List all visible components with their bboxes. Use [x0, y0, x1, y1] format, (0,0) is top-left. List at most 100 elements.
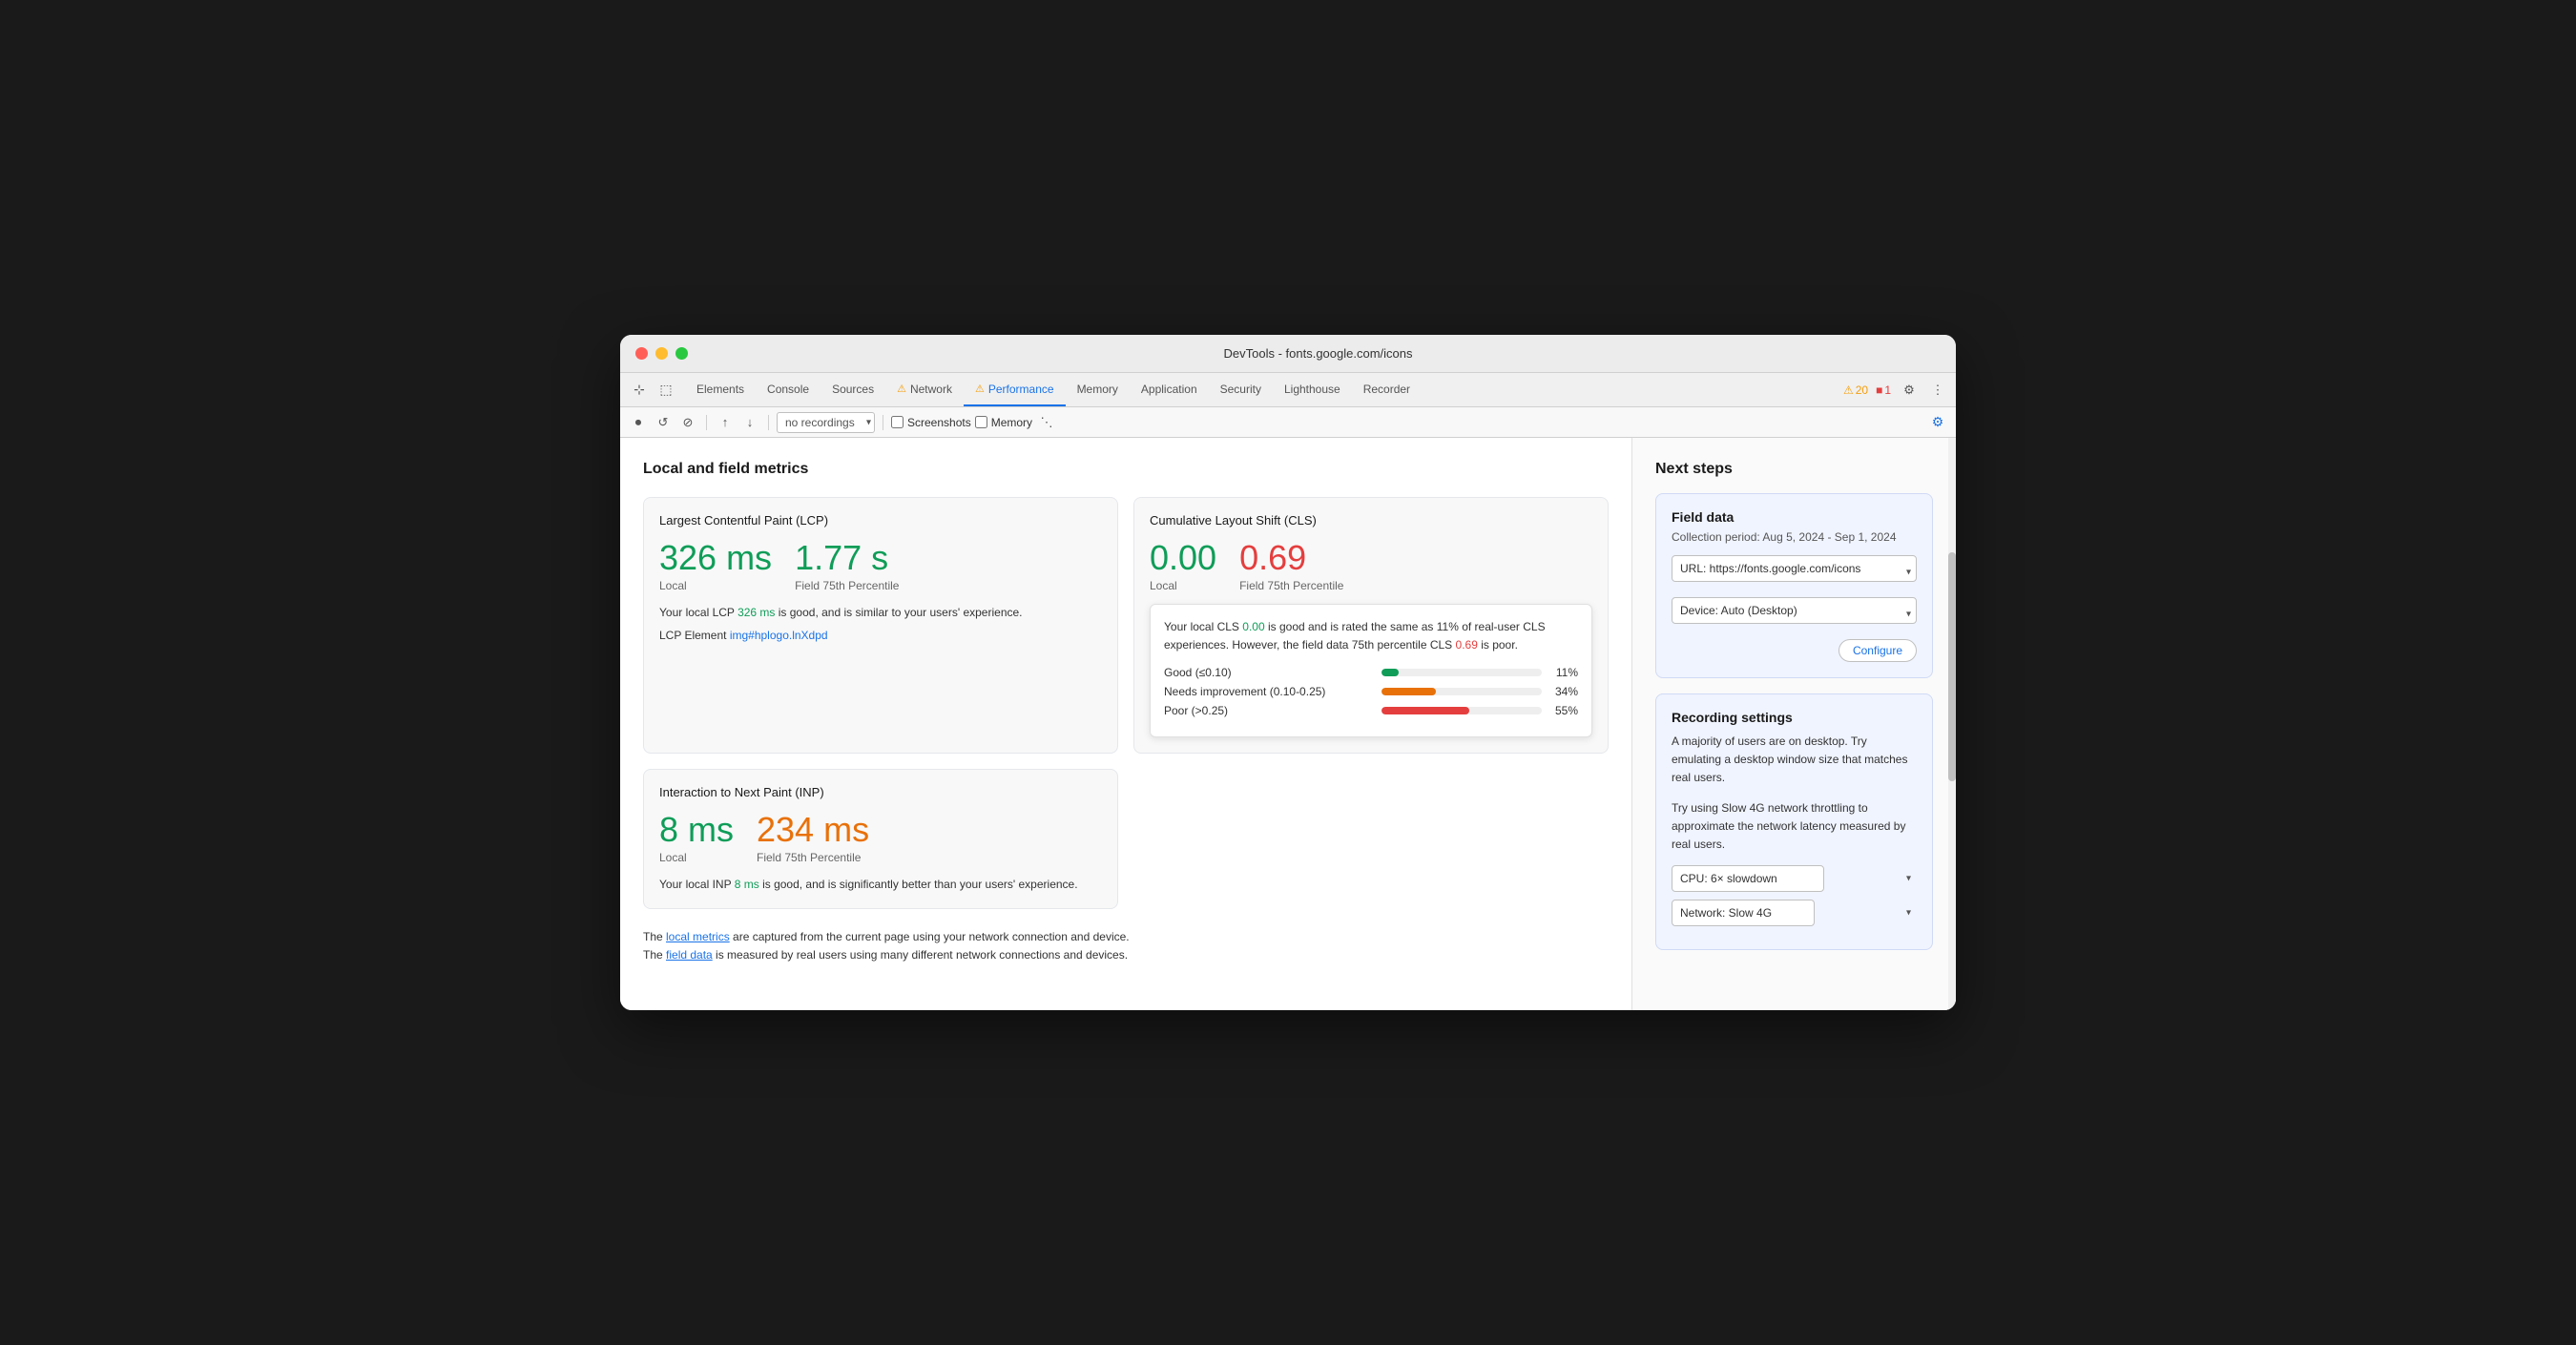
inp-values: 8 ms Local 234 ms Field 75th Percentile — [659, 811, 1102, 864]
cls-bar-poor-fill — [1381, 707, 1469, 714]
url-select[interactable]: URL: https://fonts.google.com/icons — [1672, 555, 1917, 582]
tab-console[interactable]: Console — [756, 373, 821, 406]
lcp-element-label: LCP Element — [659, 629, 726, 642]
device-select[interactable]: Device: Auto (Desktop) — [1672, 597, 1917, 624]
tab-sources[interactable]: Sources — [821, 373, 885, 406]
toolbar-divider-1 — [706, 415, 707, 430]
recording-settings-desc1: A majority of users are on desktop. Try … — [1672, 733, 1917, 788]
cls-card: Cumulative Layout Shift (CLS) 0.00 Local… — [1133, 497, 1609, 754]
cls-desc-end: is poor. — [1478, 638, 1518, 652]
cls-bar-poor-pct: 55% — [1549, 704, 1578, 717]
lcp-local-value: 326 ms — [659, 539, 772, 577]
tab-application[interactable]: Application — [1130, 373, 1209, 406]
cls-bar-good-fill — [1381, 669, 1399, 676]
warnings-count: 20 — [1856, 383, 1868, 397]
field-data-link[interactable]: field data — [666, 948, 713, 962]
performance-toolbar: ⏺ ↺ ⊘ ↑ ↓ no recordings Screenshots Memo… — [620, 407, 1956, 438]
flame-chart-icon[interactable]: ⋱ — [1036, 412, 1057, 433]
warning-icon: ⚠ — [897, 383, 906, 395]
lcp-title: Largest Contentful Paint (LCP) — [659, 513, 1102, 528]
screenshots-checkbox[interactable] — [891, 416, 904, 428]
performance-settings-icon[interactable]: ⚙ — [1927, 412, 1948, 433]
tab-lighthouse[interactable]: Lighthouse — [1273, 373, 1352, 406]
warning-icon: ⚠ — [975, 383, 985, 395]
lcp-desc-end: is good, and is similar to your users' e… — [775, 606, 1022, 619]
close-button[interactable] — [635, 347, 648, 360]
cls-local-label: Local — [1150, 579, 1216, 592]
errors-count: 1 — [1884, 383, 1891, 397]
lcp-element-value[interactable]: img#hplogo.lnXdpd — [730, 629, 828, 642]
stop-button[interactable]: ⊘ — [677, 412, 698, 433]
lcp-element: LCP Element img#hplogo.lnXdpd — [659, 629, 1102, 642]
recording-settings-desc2: Try using Slow 4G network throttling to … — [1672, 799, 1917, 855]
tab-performance[interactable]: ⚠ Performance — [964, 373, 1066, 406]
cls-tooltip: Your local CLS 0.00 is good and is rated… — [1150, 604, 1592, 737]
cpu-select[interactable]: CPU: 6× slowdown — [1672, 865, 1824, 892]
window-title: DevTools - fonts.google.com/icons — [696, 346, 1941, 361]
field-data-title: Field data — [1672, 509, 1917, 525]
tab-bar: ⊹ ⬚ Elements Console Sources ⚠ Network ⚠… — [620, 373, 1956, 407]
metrics-grid: Largest Contentful Paint (LCP) 326 ms Lo… — [643, 497, 1609, 909]
warnings-badge: ⚠ 20 — [1843, 383, 1868, 397]
cls-local-value: 0.00 — [1150, 539, 1216, 577]
upload-button[interactable]: ↑ — [715, 412, 736, 433]
errors-badge: ■ 1 — [1876, 383, 1891, 397]
lcp-card: Largest Contentful Paint (LCP) 326 ms Lo… — [643, 497, 1118, 754]
memory-checkbox-label[interactable]: Memory — [975, 416, 1032, 429]
recordings-select[interactable]: no recordings — [777, 412, 875, 433]
inp-desc-end: is good, and is significantly better tha… — [759, 878, 1078, 891]
error-square-icon: ■ — [1876, 383, 1882, 397]
tab-memory[interactable]: Memory — [1066, 373, 1130, 406]
tab-recorder[interactable]: Recorder — [1352, 373, 1422, 406]
tab-network-label: Network — [910, 383, 952, 396]
more-options-icon[interactable]: ⋮ — [1927, 380, 1948, 401]
local-metrics-link[interactable]: local metrics — [666, 930, 730, 943]
lcp-description: Your local LCP 326 ms is good, and is si… — [659, 604, 1102, 621]
lcp-values: 326 ms Local 1.77 s Field 75th Percentil… — [659, 539, 1102, 592]
cls-bar-good-label: Good (≤0.10) — [1164, 666, 1374, 679]
cls-desc-local: 0.00 — [1242, 620, 1264, 633]
url-select-wrapper: URL: https://fonts.google.com/icons — [1672, 555, 1917, 590]
screenshots-label: Screenshots — [907, 416, 971, 429]
tab-elements[interactable]: Elements — [685, 373, 756, 406]
cls-bar-needs-improvement: Needs improvement (0.10-0.25) 34% — [1164, 685, 1578, 698]
device-select-wrapper: Device: Auto (Desktop) — [1672, 597, 1917, 631]
tab-console-label: Console — [767, 383, 809, 396]
toolbar-right: ⚙ — [1927, 412, 1948, 433]
memory-checkbox[interactable] — [975, 416, 987, 428]
record-button[interactable]: ⏺ — [628, 412, 649, 433]
lcp-local: 326 ms Local — [659, 539, 772, 592]
lcp-field: 1.77 s Field 75th Percentile — [795, 539, 899, 592]
download-button[interactable]: ↓ — [739, 412, 760, 433]
scrollbar-thumb[interactable] — [1948, 552, 1956, 781]
tab-network[interactable]: ⚠ Network — [885, 373, 964, 406]
minimize-button[interactable] — [655, 347, 668, 360]
cpu-select-wrapper: CPU: 6× slowdown — [1672, 865, 1917, 892]
reload-record-button[interactable]: ↺ — [653, 412, 674, 433]
cls-values: 0.00 Local 0.69 Field 75th Percentile — [1150, 539, 1592, 592]
cls-tooltip-desc: Your local CLS 0.00 is good and is rated… — [1164, 618, 1578, 654]
settings-gear-icon[interactable]: ⚙ — [1899, 380, 1920, 401]
tab-sources-label: Sources — [832, 383, 874, 396]
cls-field: 0.69 Field 75th Percentile — [1239, 539, 1343, 592]
tab-security-label: Security — [1220, 383, 1261, 396]
tab-list: Elements Console Sources ⚠ Network ⚠ Per… — [685, 373, 1843, 406]
inspect-icon[interactable]: ⊹ — [628, 379, 651, 402]
next-steps-title: Next steps — [1655, 461, 1933, 478]
devtools-window: DevTools - fonts.google.com/icons ⊹ ⬚ El… — [620, 335, 1956, 1010]
tab-elements-label: Elements — [696, 383, 744, 396]
configure-button[interactable]: Configure — [1839, 639, 1917, 662]
network-select[interactable]: Network: Slow 4G — [1672, 900, 1815, 926]
tab-security[interactable]: Security — [1209, 373, 1273, 406]
recordings-dropdown-wrapper: no recordings — [777, 412, 875, 433]
lcp-desc-highlight: 326 ms — [737, 606, 775, 619]
cls-desc-field: 0.69 — [1456, 638, 1478, 652]
device-toggle-icon[interactable]: ⬚ — [654, 379, 677, 402]
inp-local-label: Local — [659, 851, 734, 864]
lcp-field-label: Field 75th Percentile — [795, 579, 899, 592]
maximize-button[interactable] — [675, 347, 688, 360]
title-bar: DevTools - fonts.google.com/icons — [620, 335, 1956, 373]
inp-title: Interaction to Next Paint (INP) — [659, 785, 1102, 799]
screenshots-checkbox-label[interactable]: Screenshots — [891, 416, 971, 429]
cls-field-value: 0.69 — [1239, 539, 1343, 577]
